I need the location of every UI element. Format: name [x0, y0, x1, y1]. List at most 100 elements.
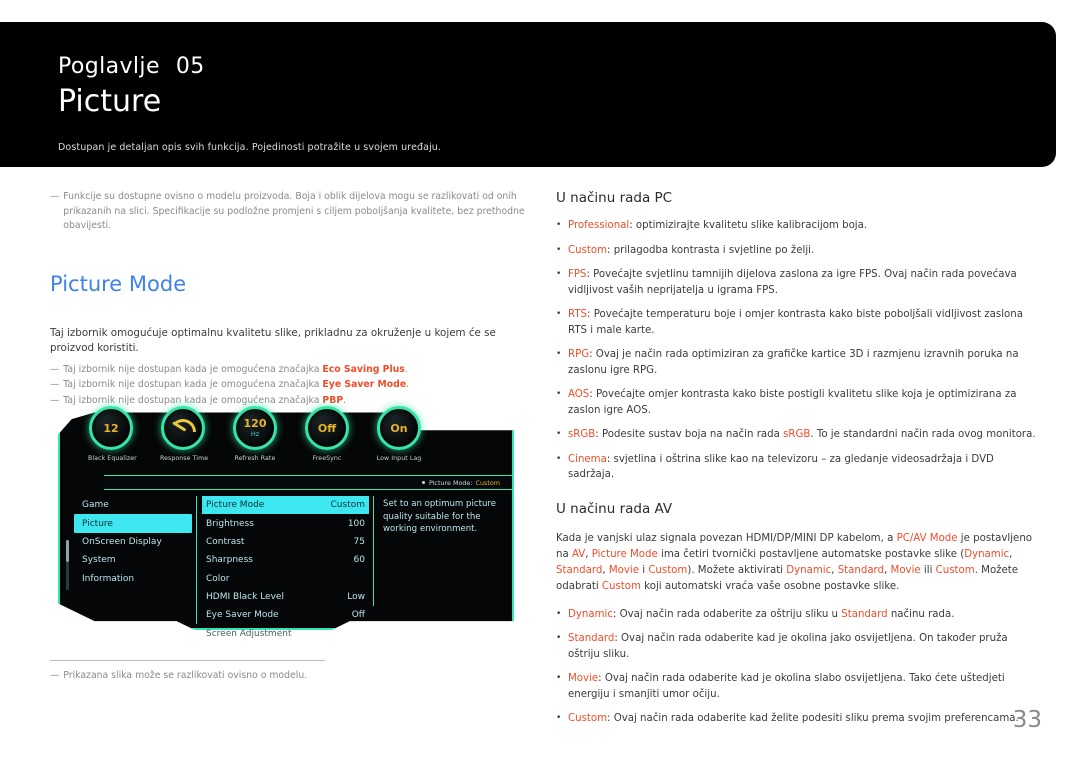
- note-dash-icon: —: [50, 363, 60, 375]
- pc-bullet-professional: • Professional: optimizirajte kvalitetu …: [556, 218, 1042, 234]
- bullet-dot-icon: •: [556, 713, 562, 723]
- inline-term: Custom: [601, 580, 641, 592]
- option-label: Sharpness: [206, 555, 253, 566]
- gauge-refresh-rate: 120 Hz Refresh Rate: [232, 406, 278, 462]
- bullet-text: : Podesite sustav boja na način rada sRG…: [595, 429, 1036, 440]
- pc-bullet-custom: • Custom: prilagodba kontrasta i svjetli…: [556, 243, 1042, 259]
- option-row-sharpness[interactable]: Sharpness 60: [202, 551, 369, 569]
- av-bullet-movie: • Movie: Ovaj način rada odaberite kad j…: [556, 671, 1042, 702]
- menu-item-picture[interactable]: Picture: [74, 514, 192, 533]
- bullet-dot-icon: •: [556, 220, 562, 230]
- option-label: Contrast: [206, 536, 245, 547]
- gauge-ring-icon: 12: [89, 406, 133, 450]
- note-dash-icon: —: [50, 191, 60, 202]
- status-label: Picture Mode:: [428, 478, 473, 487]
- bullet-text: : Ovaj način rada odaberite kad je okoli…: [568, 673, 1005, 700]
- gauge-ring-icon: [161, 406, 205, 450]
- bullet-term: AOS: [568, 389, 590, 400]
- gauge-value: 12: [103, 421, 119, 435]
- bullet-dot-icon: •: [556, 429, 562, 439]
- gauge-response-time: Response Time: [160, 406, 209, 462]
- osd-scrollbar-thumb[interactable]: [66, 540, 69, 562]
- inline-term: Dynamic: [964, 548, 1010, 560]
- bullet-term: sRGB: [568, 429, 596, 440]
- gauge-ring-icon: On: [377, 406, 421, 450]
- bullet-dot-icon: •: [556, 389, 562, 399]
- bullet-text: : Povećajte omjer kontrasta kako biste p…: [568, 389, 1017, 416]
- inline-term: Standard: [837, 564, 885, 576]
- section-title: Picture Mode: [50, 271, 187, 296]
- menu-item-information[interactable]: Information: [74, 570, 192, 588]
- menu-item-system[interactable]: System: [74, 551, 192, 569]
- bullet-term: Custom: [568, 713, 608, 724]
- gauge-label: Refresh Rate: [234, 455, 276, 462]
- bullet-term: RPG: [568, 349, 590, 360]
- status-value: Custom: [475, 478, 500, 487]
- pc-bullet-srgb: • sRGB: Podesite sustav boja na način ra…: [556, 427, 1042, 443]
- option-label: Eye Saver Mode: [206, 610, 279, 621]
- figure-note: — Prikazana slika može se razlikovati ov…: [50, 669, 307, 684]
- bullet-term: Cinema: [568, 453, 607, 465]
- bullet-text: : Ovaj način rada odaberite za oštriju s…: [612, 608, 955, 620]
- bullet-term: Dynamic: [568, 608, 613, 620]
- gauge-low-input-lag: On Low Input Lag: [376, 406, 422, 462]
- note-dash-icon: —: [50, 670, 60, 681]
- osd-status-bar: Picture Mode: Custom: [104, 475, 512, 490]
- intro-note-text: Funkcije su dostupne ovisno o modelu pro…: [63, 191, 525, 231]
- av-bullet-custom: • Custom: Ovaj način rada odaberite kad …: [556, 711, 1042, 727]
- option-row-color[interactable]: Color: [202, 570, 369, 588]
- banner-subtitle: Dostupan je detaljan opis svih funkcija.…: [58, 142, 442, 153]
- chapter-number: 05: [175, 54, 205, 79]
- gauge-unit: Hz: [250, 430, 260, 438]
- option-value: Low: [347, 592, 365, 603]
- bullet-text: : Povećajte svjetlinu tamnijih dijelova …: [568, 269, 1017, 296]
- bullet-term: Custom: [568, 244, 608, 256]
- osd-gauge-row: 12 Black Equalizer Response Time 120 Hz: [88, 406, 422, 462]
- restriction-note-1: — Taj izbornik nije dostupan kada je omo…: [50, 363, 535, 378]
- osd-scrollbar[interactable]: [66, 540, 69, 590]
- osd-description: Set to an optimum picture quality suitab…: [383, 499, 497, 534]
- bullet-text: : Ovaj način rada odaberite kad je okoli…: [568, 633, 1008, 660]
- option-row-contrast[interactable]: Contrast 75: [202, 533, 369, 551]
- bullet-term: Professional: [568, 220, 630, 231]
- option-row-brightness[interactable]: Brightness 100: [202, 514, 369, 532]
- section-paragraph: Taj izbornik omogućuje optimalnu kvalite…: [50, 326, 496, 354]
- inline-term: Standard: [556, 564, 603, 576]
- inline-term: Custom: [935, 564, 975, 576]
- option-label: Color: [206, 573, 230, 584]
- gauge-ring-icon: 120 Hz: [233, 406, 277, 450]
- bullet-dot-icon: •: [556, 349, 562, 359]
- option-row-picture-mode[interactable]: Picture Mode Custom: [202, 496, 369, 515]
- option-label: Picture Mode: [206, 500, 265, 511]
- option-value: Off: [351, 610, 365, 621]
- left-column: — Funkcije su dostupne ovisno o modelu p…: [50, 190, 535, 409]
- chapter-banner: Poglavlje 05 Picture Dostupan je detaljan…: [0, 22, 1056, 167]
- gauge-black-equalizer: 12 Black Equalizer: [88, 406, 137, 462]
- bullet-term: RTS: [568, 309, 588, 320]
- menu-item-game[interactable]: Game: [74, 496, 192, 514]
- option-value: Custom: [330, 500, 365, 511]
- bullet-dot-icon: •: [556, 608, 562, 619]
- chapter-line: Poglavlje 05: [58, 54, 205, 79]
- av-mode-heading: U načinu rada AV: [556, 500, 673, 517]
- inline-term: Dynamic: [786, 564, 832, 576]
- bullet-text: : prilagodba kontrasta i svjetline po že…: [607, 244, 815, 256]
- option-label: Brightness: [206, 518, 254, 529]
- menu-item-onscreen-display[interactable]: OnScreen Display: [74, 533, 192, 551]
- restriction-note-1-text: Taj izbornik nije dostupan kada je omogu…: [63, 363, 408, 375]
- av-mode-paragraph: Kada je vanjski ulaz signala povezan HDM…: [556, 532, 1033, 592]
- pc-bullet-rpg: • RPG: Ovaj je način rada optimiziran za…: [556, 347, 1042, 378]
- osd-figure: 12 Black Equalizer Response Time 120 Hz: [58, 380, 518, 639]
- gauge-label: Response Time: [160, 455, 209, 462]
- right-column: U načinu rada PC • Professional: optimiz…: [556, 190, 1042, 736]
- option-value: 75: [353, 536, 365, 547]
- page-number: 33: [1012, 707, 1042, 733]
- option-row-eye-saver-mode[interactable]: Eye Saver Mode Off: [202, 606, 369, 624]
- gauge-value: 120: [243, 417, 267, 430]
- inline-term: sRGB: [783, 429, 811, 440]
- option-row-hdmi-black-level[interactable]: HDMI Black Level Low: [202, 588, 369, 606]
- intro-note: — Funkcije su dostupne ovisno o modelu p…: [50, 190, 535, 234]
- bullet-term: Standard: [568, 633, 615, 644]
- bullet-text: : optimizirajte kvalitetu slike kalibrac…: [629, 220, 868, 231]
- figure-note-text: Prikazana slika može se razlikovati ovis…: [63, 670, 308, 681]
